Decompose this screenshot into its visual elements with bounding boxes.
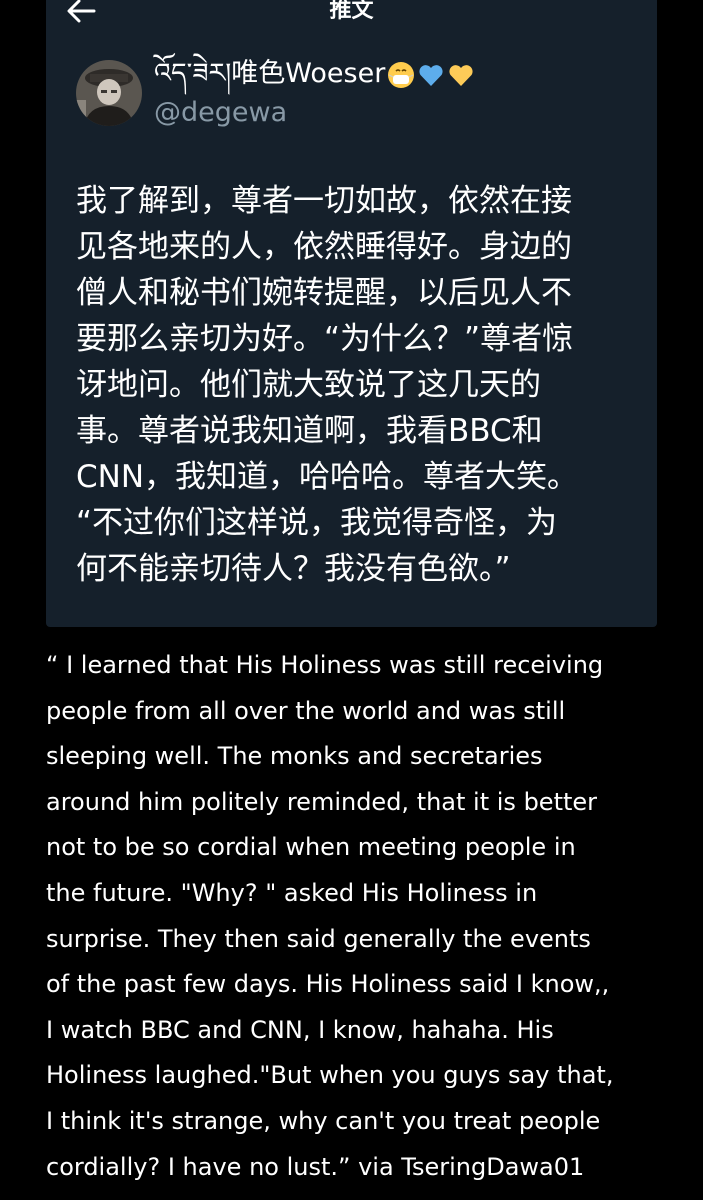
translation-line: of the past few days. His Holiness said … (46, 970, 610, 999)
avatar-image (76, 60, 142, 126)
tweet-text-line: 我了解到，尊者一切如故，依然在接 (76, 183, 572, 219)
translation-line: I think it's strange, why can't you trea… (46, 1106, 601, 1135)
top-bar: 推文 (46, 0, 657, 30)
tweet-text-line: 何不能亲切待人？我没有色欲。” (76, 551, 511, 587)
translation-line: Holiness laughed."But when you guys say … (46, 1061, 614, 1090)
translation-line: surprise. They then said generally the e… (46, 924, 591, 953)
translation-line: sleeping well. The monks and secretaries (46, 742, 543, 771)
name-emojis (387, 57, 477, 93)
translation-line: around him politely reminded, that it is… (46, 787, 598, 816)
tweet-text-line: 要那么亲切为好。“为什么？”尊者惊 (76, 321, 574, 357)
user-handle[interactable]: @degewa (154, 95, 287, 131)
display-name[interactable]: འོད་ཟེར།唯色Woeser (154, 56, 477, 93)
translation-line: I watch BBC and CNN, I know, hahaha. His (46, 1015, 554, 1044)
yellow-heart-emoji (449, 65, 473, 86)
translation-line: “ I learned that His Holiness was still … (46, 651, 604, 679)
tweet-text: 我了解到，尊者一切如故，依然在接 见各地来的人，依然睡得好。身边的 僧人和秘书们… (76, 178, 636, 592)
translation-text: “ I learned that His Holiness was still … (46, 643, 686, 1190)
blue-heart-emoji (419, 65, 443, 86)
tweet-text-line: “不过你们这样说，我觉得奇怪，为 (76, 505, 558, 541)
mask-face-emoji (388, 62, 415, 88)
translation-line: cordially? I have no lust.” via TseringD… (46, 1152, 585, 1181)
tweet-text-line: 见各地来的人，依然睡得好。身边的 (76, 229, 572, 265)
display-name-text: འོད་ཟེར།唯色Woeser (154, 58, 386, 89)
tweet-text-line: 事。尊者说我知道啊，我看BBC和 (76, 413, 543, 449)
tweet-text-line: 讶地问。他们就大致说了这几天的 (76, 367, 541, 403)
tweet-card: 推文 འོད་ཟེར།唯色Woeser @degewa 我了解到，尊者一切如故，… (46, 0, 657, 627)
page-title: 推文 (329, 0, 374, 23)
translation-line: not to be so cordial when meeting people… (46, 833, 576, 862)
translation-line: the future. "Why? " asked His Holiness i… (46, 878, 538, 907)
avatar[interactable] (76, 60, 142, 126)
translation-line: people from all over the world and was s… (46, 696, 566, 725)
tweet-text-line: CNN，我知道，哈哈哈。尊者大笑。 (76, 459, 579, 495)
tweet-text-line: 僧人和秘书们婉转提醒，以后见人不 (76, 275, 572, 311)
